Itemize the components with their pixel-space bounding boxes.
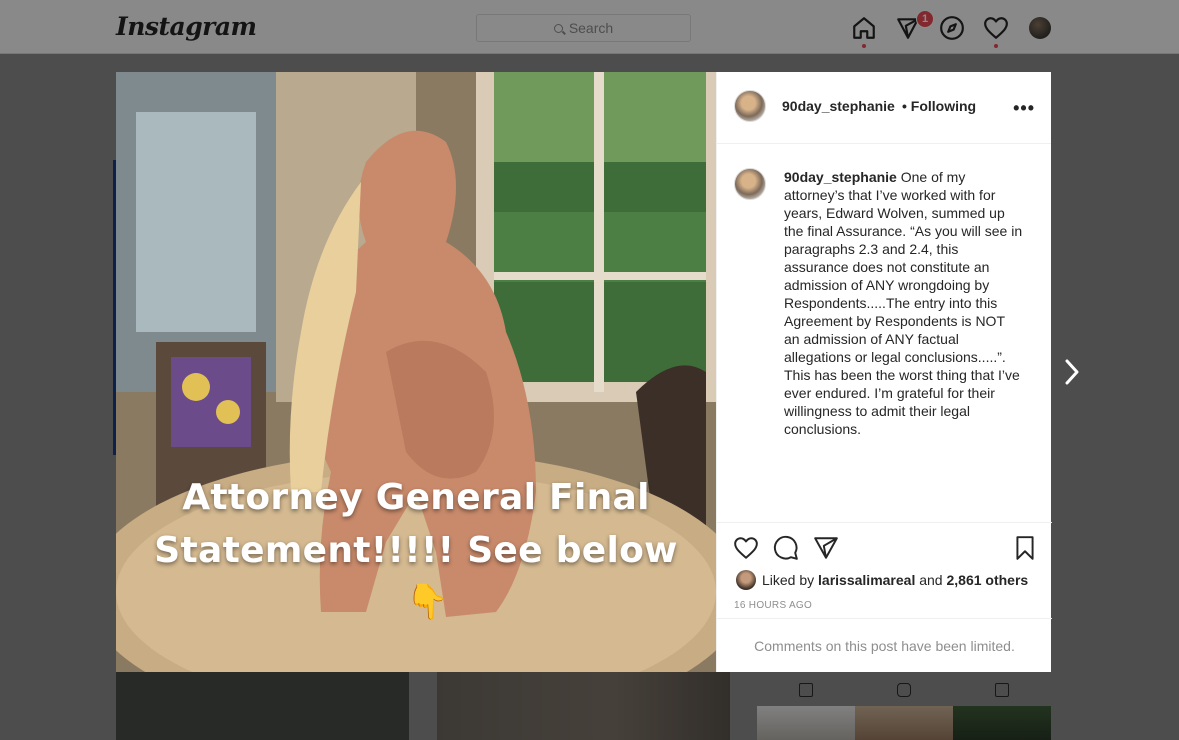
next-post-arrow-icon[interactable] xyxy=(1062,357,1082,387)
liked-and: and xyxy=(919,572,943,588)
image-overlay-text-line2: Statement!!!!! See below xyxy=(154,530,678,571)
comment-icon[interactable] xyxy=(773,535,799,561)
caption-author-avatar[interactable] xyxy=(734,168,766,200)
liker-avatar[interactable] xyxy=(736,570,756,590)
image-overlay-text-line1: Attorney General Final xyxy=(182,477,650,518)
comments-section[interactable]: 90day_stephanie One of my attorney’s tha… xyxy=(717,144,1052,522)
liked-by-user[interactable]: larissalimareal xyxy=(818,572,915,588)
post-modal: Attorney General Final Statement!!!!! Se… xyxy=(116,72,1052,672)
following-status[interactable]: • Following xyxy=(902,98,976,114)
liked-by-prefix: Liked by xyxy=(762,572,815,588)
save-bookmark-icon[interactable] xyxy=(1012,535,1038,561)
comments-limited-notice: Comments on this post have been limited. xyxy=(717,618,1052,672)
post-timestamp[interactable]: 16 HOURS AGO xyxy=(734,600,812,611)
likes-summary: Liked by larissalimareal and 2,861 other… xyxy=(762,572,1028,588)
post-header: 90day_stephanie • Following ••• xyxy=(717,72,1051,144)
post-sidebar: 90day_stephanie • Following ••• 90day_st… xyxy=(716,72,1052,672)
more-options-icon[interactable]: ••• xyxy=(1013,98,1035,119)
liked-others-count[interactable]: 2,861 others xyxy=(946,572,1028,588)
share-icon[interactable] xyxy=(813,535,839,561)
caption-username[interactable]: 90day_stephanie xyxy=(784,169,897,185)
like-heart-icon[interactable] xyxy=(733,535,759,561)
post-actions: Liked by larissalimareal and 2,861 other… xyxy=(717,522,1052,618)
post-image[interactable]: Attorney General Final Statement!!!!! Se… xyxy=(116,72,716,672)
author-username[interactable]: 90day_stephanie xyxy=(782,98,895,114)
post-caption: 90day_stephanie One of my attorney’s tha… xyxy=(784,168,1024,438)
author-avatar[interactable] xyxy=(734,90,766,122)
caption-text: One of my attorney’s that I’ve worked wi… xyxy=(784,169,1023,437)
pointing-down-emoji: 👇 xyxy=(406,583,449,621)
